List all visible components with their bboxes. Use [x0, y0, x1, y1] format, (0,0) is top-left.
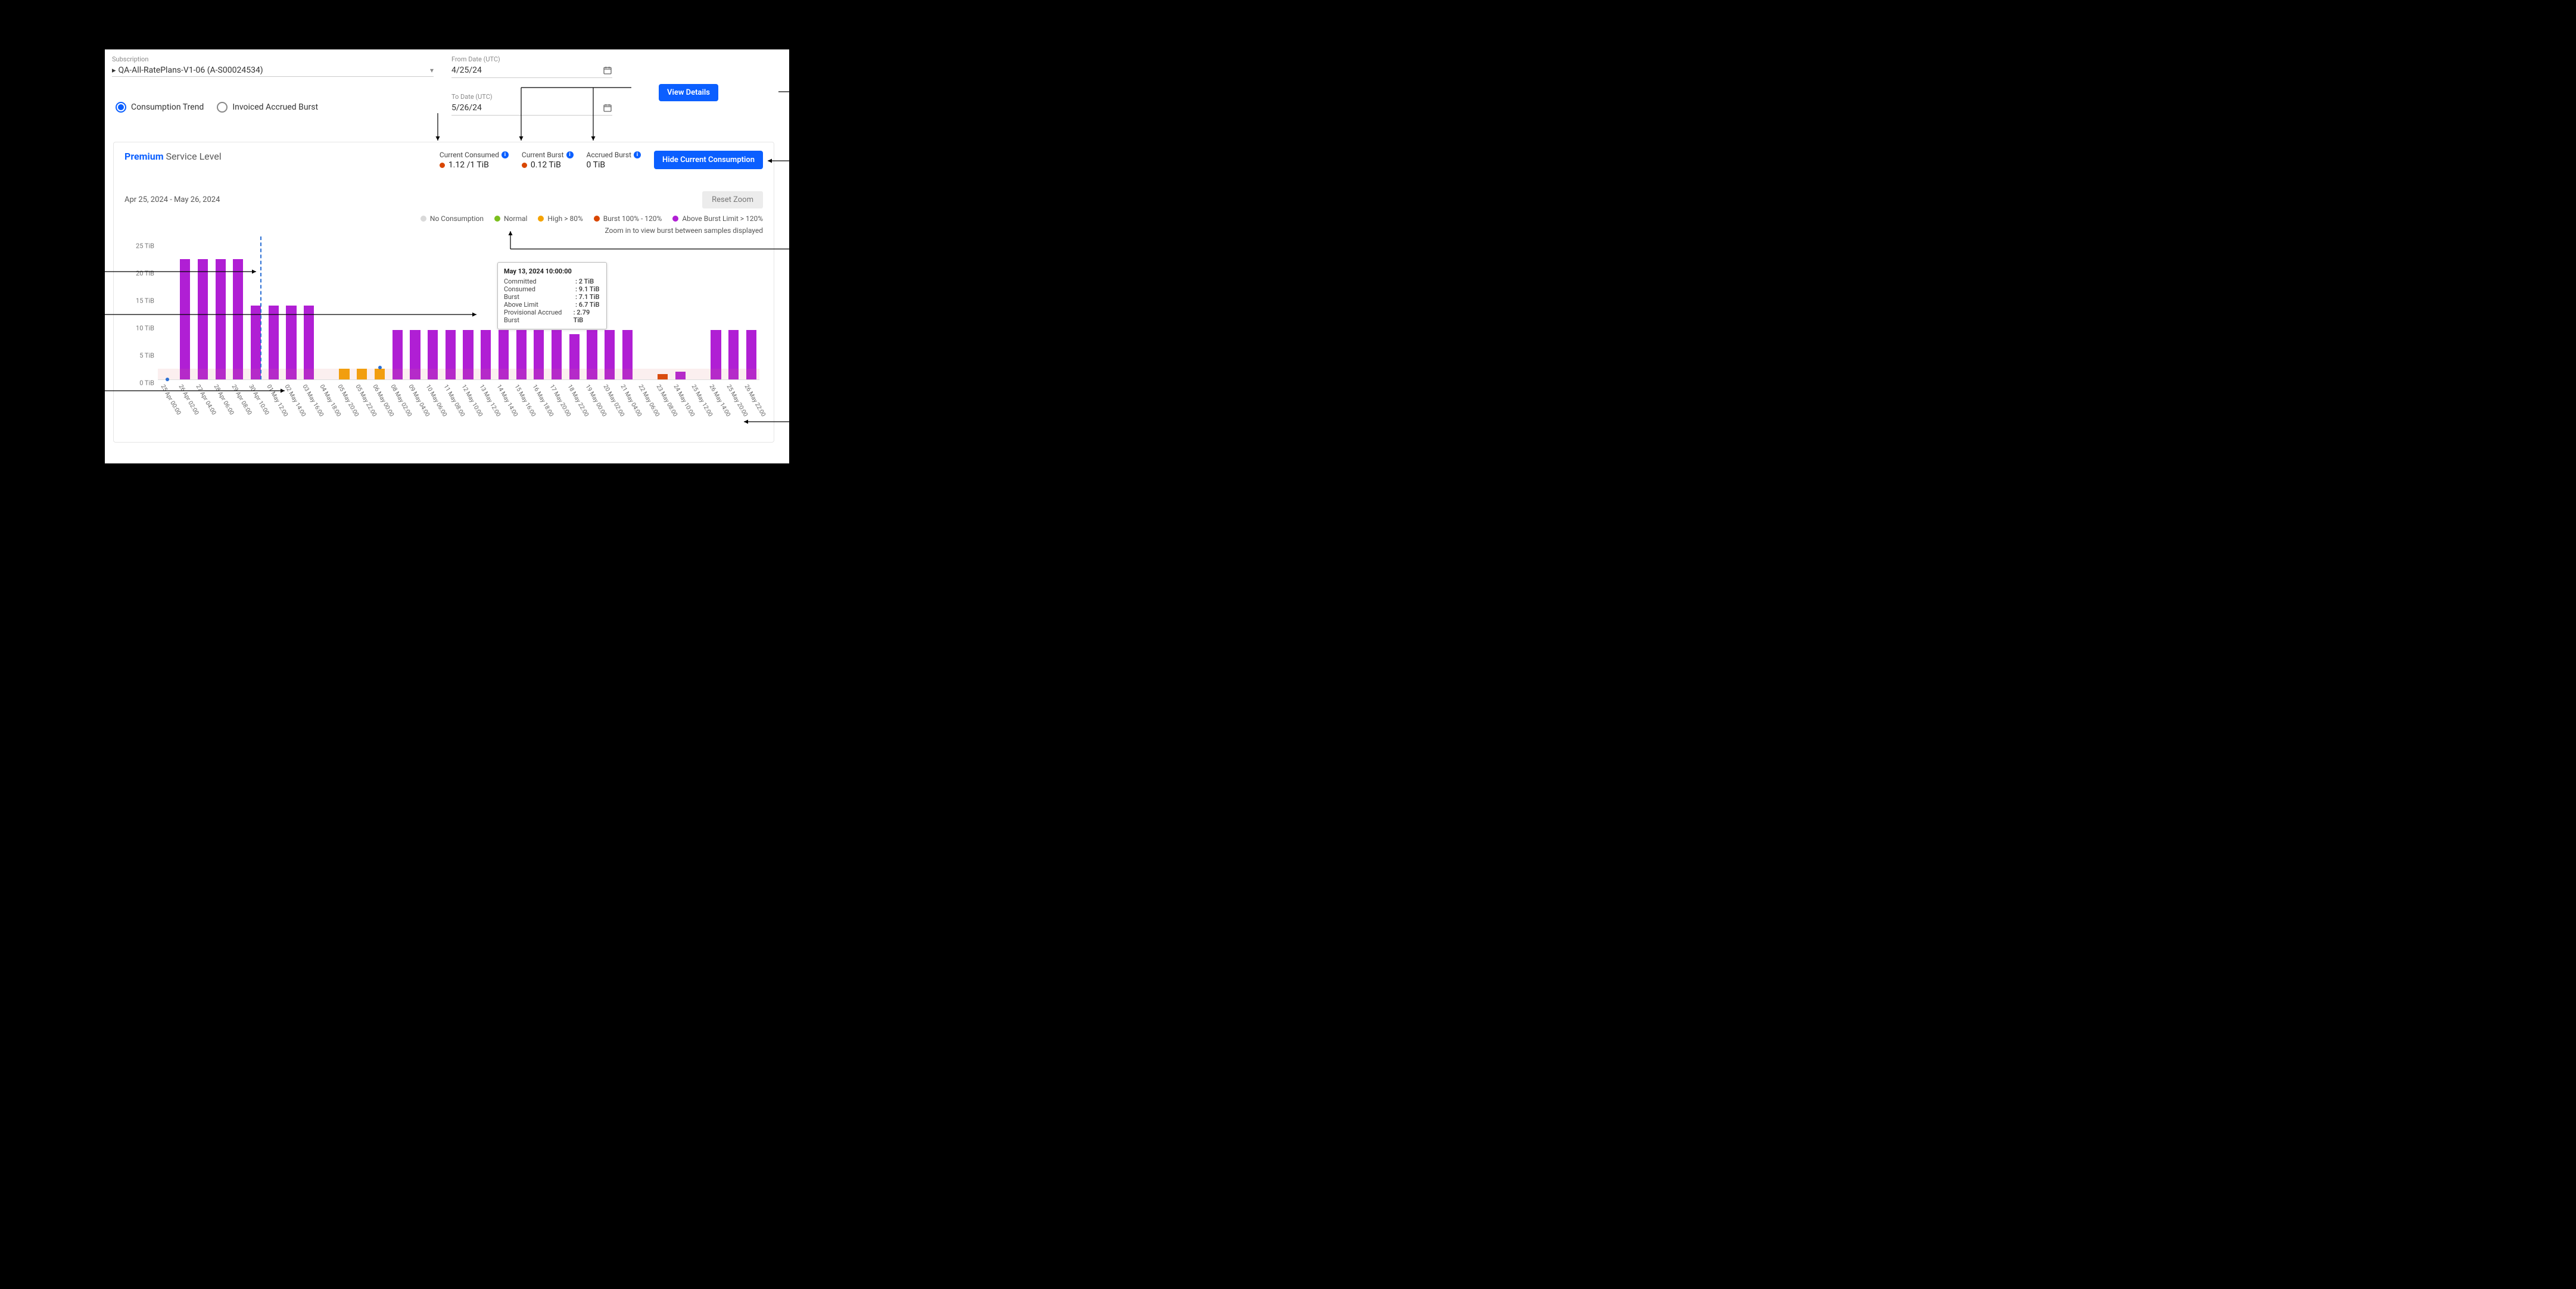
consumption-card: Premium Service Level Current Consumedi … — [113, 142, 774, 443]
metric-consumed-value: 1.12 /1 TiB — [448, 160, 489, 170]
info-icon[interactable]: i — [502, 151, 509, 158]
consumption-chart[interactable]: 0 TiB5 TiB10 TiB15 TiB20 TiB25 TiB 25 Ap… — [124, 243, 763, 422]
chevron-down-icon[interactable]: ▾ — [430, 66, 434, 74]
metric-current-consumed: Current Consumedi 1.12 /1 TiB — [440, 151, 509, 170]
chart-legend: No Consumption Normal High > 80% Burst 1… — [124, 214, 763, 223]
calendar-icon[interactable] — [603, 66, 612, 75]
radio-selected-icon — [116, 102, 126, 113]
radio-consumption-label: Consumption Trend — [131, 102, 204, 112]
legend-normal[interactable]: Normal — [494, 214, 527, 223]
service-level-prefix: Premium — [124, 151, 164, 162]
calendar-icon[interactable] — [603, 103, 612, 113]
status-dot — [440, 163, 445, 168]
legend-above[interactable]: Above Burst Limit > 120% — [672, 214, 763, 223]
reset-zoom-button[interactable]: Reset Zoom — [702, 191, 763, 208]
legend-burst[interactable]: Burst 100% - 120% — [594, 214, 662, 223]
y-tick: 15 TiB — [136, 297, 158, 305]
chart-bar[interactable] — [180, 259, 190, 379]
to-date-field[interactable]: To Date (UTC) 5/26/24 — [451, 93, 612, 116]
hide-current-consumption-button[interactable]: Hide Current Consumption — [654, 151, 763, 169]
chart-bar[interactable] — [216, 259, 226, 379]
to-date-value: 5/26/24 — [451, 103, 603, 113]
service-level-title: Premium Service Level — [124, 151, 222, 162]
chart-bar[interactable] — [198, 259, 208, 379]
info-icon[interactable]: i — [634, 151, 641, 158]
chart-sample-dot — [378, 366, 382, 369]
service-level-rest: Service Level — [164, 151, 222, 162]
metric-accrued-label: Accrued Burst — [587, 151, 631, 159]
metric-burst-label: Current Burst — [522, 151, 564, 159]
chart-cursor-line — [260, 236, 261, 379]
radio-invoiced-label: Invoiced Accrued Burst — [232, 102, 318, 112]
status-dot — [522, 163, 527, 168]
y-tick: 0 TiB — [139, 379, 158, 387]
chart-bar[interactable] — [233, 259, 243, 379]
radio-consumption-trend[interactable]: Consumption Trend — [116, 102, 204, 113]
chart-tooltip: May 13, 2024 10:00:00 Committed: 2 TiB C… — [497, 262, 607, 329]
metric-burst-value: 0.12 TiB — [531, 160, 561, 170]
metric-current-burst: Current Bursti 0.12 TiB — [522, 151, 574, 170]
tooltip-title: May 13, 2024 10:00:00 — [504, 267, 600, 275]
from-date-label: From Date (UTC) — [451, 55, 612, 63]
from-date-value: 4/25/24 — [451, 66, 603, 75]
info-icon[interactable]: i — [566, 151, 574, 158]
legend-no-consumption[interactable]: No Consumption — [420, 214, 484, 223]
chart-legend-note: Zoom in to view burst between samples di… — [124, 226, 763, 235]
y-tick: 20 TiB — [136, 270, 158, 278]
radio-invoiced-accrued-burst[interactable]: Invoiced Accrued Burst — [217, 102, 318, 113]
subscription-label: Subscription — [112, 55, 434, 63]
metric-consumed-label: Current Consumed — [440, 151, 499, 159]
date-range-text: Apr 25, 2024 - May 26, 2024 — [124, 195, 220, 204]
metric-accrued-value: 0 TiB — [587, 160, 606, 170]
y-tick: 25 TiB — [136, 242, 158, 250]
arrow-right-icon: ▸ — [112, 66, 116, 75]
radio-unselected-icon — [217, 102, 228, 113]
y-tick: 5 TiB — [139, 352, 158, 360]
legend-high[interactable]: High > 80% — [538, 214, 583, 223]
to-date-label: To Date (UTC) — [451, 93, 612, 101]
committed-band — [158, 369, 759, 379]
metric-accrued-burst: Accrued Bursti 0 TiB — [587, 151, 641, 170]
dashboard-panel: Subscription ▸ QA-All-RatePlans-V1-06 (A… — [105, 49, 789, 463]
subscription-value: QA-All-RatePlans-V1-06 (A-S00024534) — [119, 66, 430, 75]
y-tick: 10 TiB — [136, 325, 158, 332]
from-date-field[interactable]: From Date (UTC) 4/25/24 — [451, 55, 612, 78]
subscription-field[interactable]: Subscription ▸ QA-All-RatePlans-V1-06 (A… — [112, 55, 434, 77]
view-details-button[interactable]: View Details — [659, 84, 718, 101]
